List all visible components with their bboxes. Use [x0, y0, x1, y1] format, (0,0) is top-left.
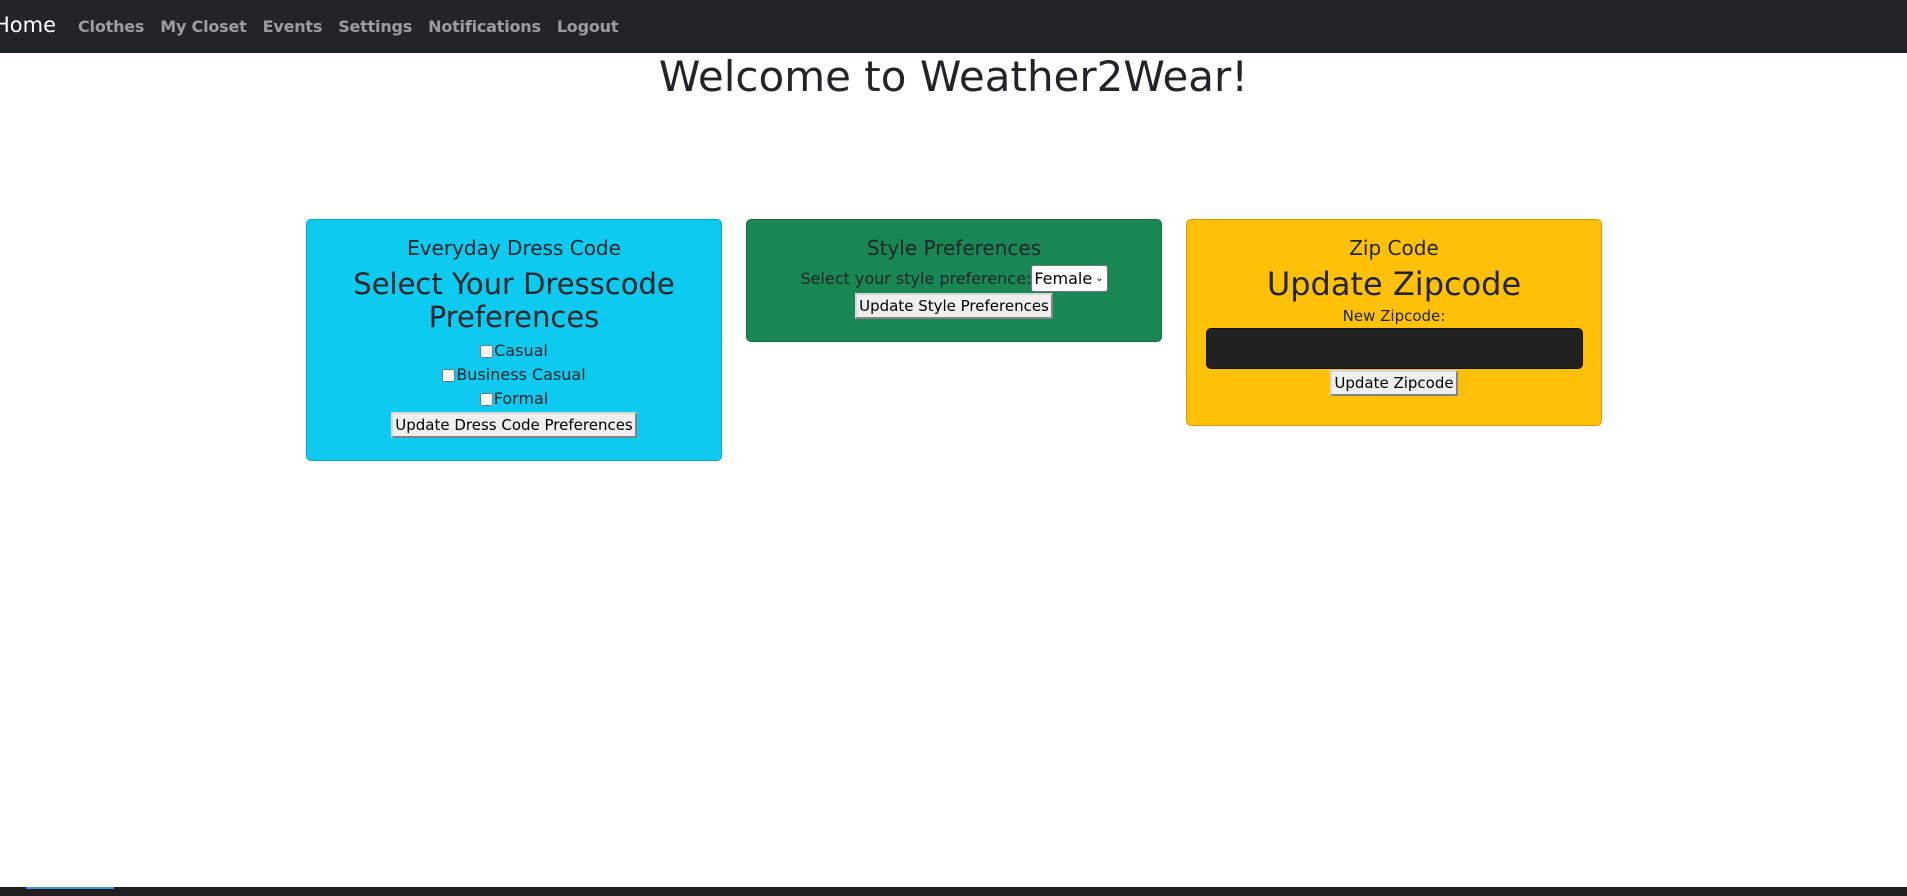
business-casual-checkbox[interactable] [442, 368, 456, 382]
style-select[interactable]: Female ⌄ [1031, 265, 1108, 292]
update-zipcode-button[interactable]: Update Zipcode [1330, 370, 1458, 396]
casual-checkbox[interactable] [480, 344, 494, 358]
dress-code-card-title: Everyday Dress Code [407, 236, 621, 260]
option-row-formal: Formal [307, 387, 721, 411]
chevron-down-icon: ⌄ [1095, 273, 1104, 284]
nav-link-events[interactable]: Events [263, 17, 323, 36]
business-casual-label: Business Casual [456, 365, 586, 384]
style-preferences-card-title: Style Preferences [866, 236, 1042, 260]
zip-code-input[interactable] [1205, 328, 1583, 369]
casual-label: Casual [494, 341, 548, 360]
style-preferences-card: Style Preferences Select your style pref… [746, 219, 1162, 342]
dress-code-card: Everyday Dress Code Select Your Dresscod… [306, 219, 722, 461]
zip-code-card: Zip Code Update Zipcode New Zipcode: Upd… [1186, 219, 1602, 426]
nav-links: Clothes My Closet Events Settings Notifi… [78, 0, 618, 53]
option-row-business-casual: Business Casual [307, 363, 721, 387]
nav-link-logout[interactable]: Logout [557, 17, 619, 36]
dress-code-heading-line2: Preferences [428, 300, 600, 334]
style-select-value: Female [1034, 269, 1093, 288]
os-taskbar [0, 887, 1907, 896]
dress-code-heading: Select Your Dresscode Preferences [307, 268, 721, 334]
nav-link-settings[interactable]: Settings [338, 17, 412, 36]
nav-link-my-closet[interactable]: My Closet [160, 17, 247, 36]
formal-checkbox[interactable] [479, 392, 493, 406]
style-select-row: Select your style preference: Female ⌄ [747, 265, 1161, 292]
navbar: Home Clothes My Closet Events Settings N… [0, 0, 1907, 53]
zip-code-card-title: Zip Code [1349, 236, 1439, 260]
zip-code-heading: Update Zipcode [1266, 265, 1522, 303]
page-title: Welcome to Weather2Wear! [658, 52, 1249, 101]
update-dress-code-button[interactable]: Update Dress Code Preferences [391, 412, 637, 438]
dress-code-options: Casual Business Casual Formal [307, 339, 721, 411]
nav-link-notifications[interactable]: Notifications [428, 17, 541, 36]
update-style-button[interactable]: Update Style Preferences [855, 293, 1053, 319]
formal-label: Formal [493, 389, 549, 408]
zip-code-input-label: New Zipcode: [1342, 307, 1446, 325]
nav-link-clothes[interactable]: Clothes [78, 17, 144, 36]
nav-brand-home[interactable]: Home [0, 12, 56, 38]
dress-code-heading-line1: Select Your Dresscode [353, 267, 675, 301]
style-select-label: Select your style preference: [800, 269, 1032, 288]
taskbar-active-indicator [26, 887, 114, 889]
option-row-casual: Casual [307, 339, 721, 363]
